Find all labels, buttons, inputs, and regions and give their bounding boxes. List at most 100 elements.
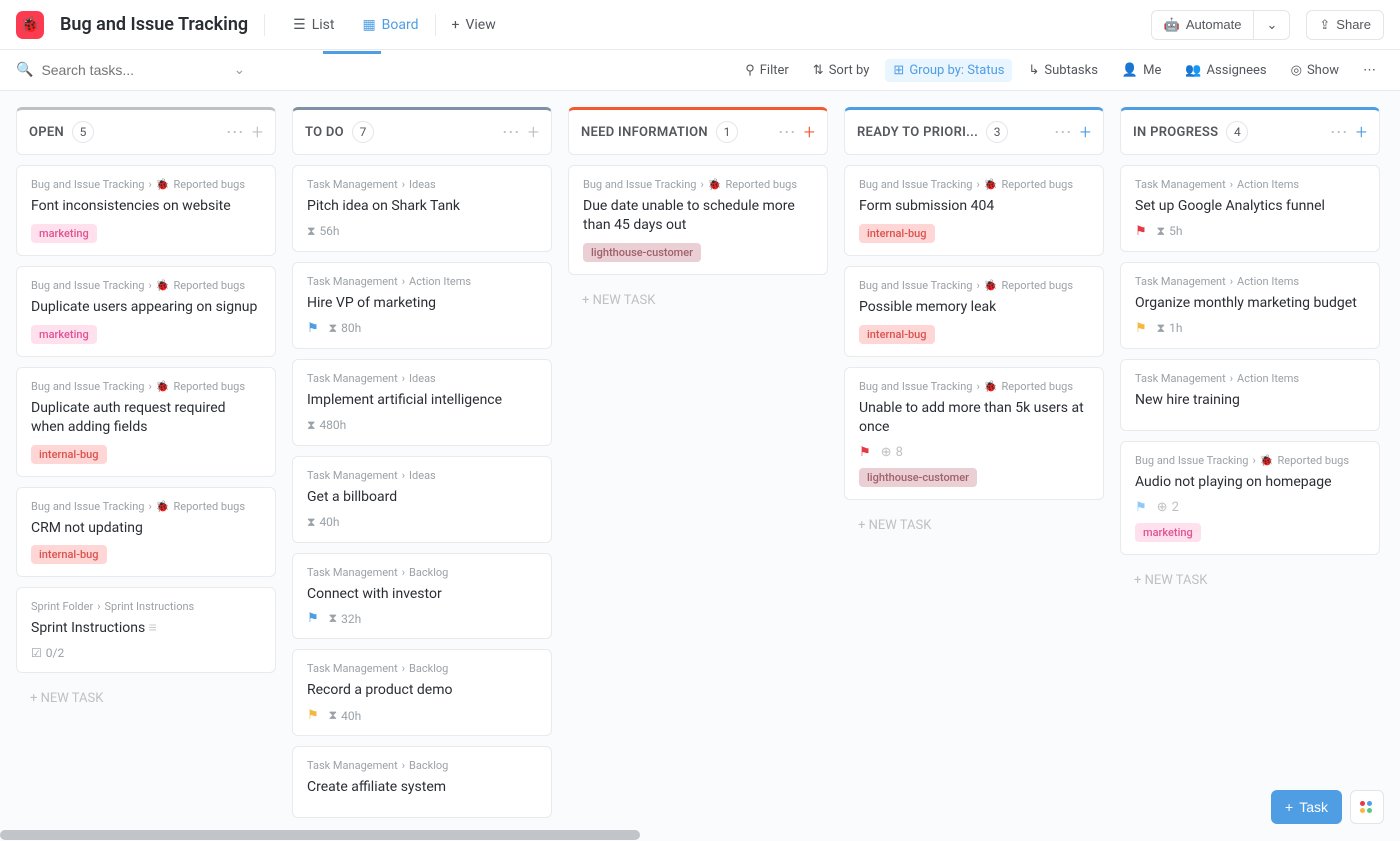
view-tab-list[interactable]: ☰ List [281, 9, 346, 41]
column-menu[interactable]: ⋯ [226, 122, 244, 143]
priority-flag-icon[interactable]: ⚑ [1135, 500, 1147, 515]
breadcrumb: Task Management›Backlog [307, 566, 537, 579]
search-dropdown[interactable]: ⌄ [233, 62, 245, 78]
column-add[interactable]: + [528, 120, 539, 144]
column-header[interactable]: OPEN 5 ⋯ + [16, 107, 276, 155]
card[interactable]: Task Management›Backlog Record a product… [292, 649, 552, 736]
card[interactable]: Task Management›Action Items New hire tr… [1120, 359, 1380, 431]
automate-dropdown[interactable]: ⌄ [1253, 10, 1290, 40]
tool-label: Sort by [829, 63, 870, 78]
users-icon: 👥 [1185, 63, 1201, 78]
card[interactable]: Task Management›Action Items Organize mo… [1120, 262, 1380, 349]
tag-marketing[interactable]: marketing [31, 325, 97, 344]
group-button[interactable]: ⊞Group by: Status [885, 59, 1012, 82]
priority-flag-icon[interactable]: ⚑ [1135, 321, 1147, 336]
priority-flag-icon[interactable]: ⚑ [1135, 224, 1147, 239]
tag-marketing[interactable]: marketing [1135, 523, 1201, 542]
new-task-button[interactable]: + NEW TASK [1120, 565, 1380, 596]
card[interactable]: Bug and Issue Tracking›🐞Reported bugs Du… [16, 266, 276, 357]
card[interactable]: Task Management›Ideas Pitch idea on Shar… [292, 165, 552, 252]
column-menu[interactable]: ⋯ [1330, 122, 1348, 143]
card[interactable]: Task Management›Action Items Set up Goog… [1120, 165, 1380, 252]
card[interactable]: Bug and Issue Tracking›🐞Reported bugs Po… [844, 266, 1104, 357]
column-header[interactable]: TO DO 7 ⋯ + [292, 107, 552, 155]
card-title: Hire VP of marketing [307, 294, 537, 313]
tag-internal-bug[interactable]: internal-bug [859, 325, 935, 344]
priority-flag-icon[interactable]: ⚑ [307, 321, 319, 336]
column-add[interactable]: + [804, 120, 815, 144]
column-ready-to-prioritize: READY TO PRIORI... 3 ⋯ + Bug and Issue T… [844, 107, 1104, 828]
column-add[interactable]: + [252, 120, 263, 144]
column-need-information: NEED INFORMATION 1 ⋯ + Bug and Issue Tra… [568, 107, 828, 828]
button-label: Automate [1186, 17, 1242, 32]
breadcrumb: Task Management›Action Items [307, 275, 537, 288]
card[interactable]: Bug and Issue Tracking›🐞Reported bugs Un… [844, 367, 1104, 500]
card[interactable]: Task Management›Backlog Create affiliate… [292, 746, 552, 818]
tag-lighthouse[interactable]: lighthouse-customer [583, 243, 701, 262]
priority-flag-icon[interactable]: ⚑ [859, 445, 871, 460]
app-logo[interactable]: 🐞 [16, 11, 44, 39]
breadcrumb: Bug and Issue Tracking›🐞Reported bugs [31, 279, 261, 292]
column-header[interactable]: NEED INFORMATION 1 ⋯ + [568, 107, 828, 155]
hourglass-icon: ⧗ [307, 418, 315, 433]
card[interactable]: Sprint Folder›Sprint Instructions Sprint… [16, 587, 276, 673]
card[interactable]: Task Management›Ideas Get a billboard ⧗4… [292, 456, 552, 543]
apps-icon [1360, 801, 1374, 813]
column-open: OPEN 5 ⋯ + Bug and Issue Tracking›🐞Repor… [16, 107, 276, 828]
tag-internal-bug[interactable]: internal-bug [31, 545, 107, 564]
new-task-button[interactable]: + NEW TASK [844, 510, 1104, 541]
hourglass-icon: ⧗ [307, 515, 315, 530]
card[interactable]: Task Management›Action Items Hire VP of … [292, 262, 552, 349]
show-button[interactable]: ◎Show [1283, 59, 1347, 82]
me-button[interactable]: 👤Me [1114, 59, 1169, 82]
priority-flag-icon[interactable]: ⚑ [307, 708, 319, 723]
checklist-count: ☑0/2 [31, 646, 64, 660]
plus-icon: + [1285, 799, 1293, 815]
column-add[interactable]: + [1080, 120, 1091, 144]
card[interactable]: Task Management›Ideas Implement artifici… [292, 359, 552, 446]
card[interactable]: Bug and Issue Tracking›🐞Reported bugs Fo… [844, 165, 1104, 256]
tag-internal-bug[interactable]: internal-bug [859, 224, 935, 243]
share-button[interactable]: ⇪ Share [1306, 10, 1384, 40]
new-task-button[interactable]: + NEW TASK [568, 285, 828, 316]
horizontal-scrollbar[interactable] [0, 830, 640, 840]
hourglass-icon: ⧗ [329, 611, 337, 626]
assignee-count[interactable]: ⊕2 [1157, 500, 1179, 515]
tag-lighthouse[interactable]: lighthouse-customer [859, 468, 977, 487]
subtasks-button[interactable]: ↳Subtasks [1020, 59, 1105, 82]
card[interactable]: Bug and Issue Tracking›🐞Reported bugs CR… [16, 487, 276, 578]
priority-flag-icon[interactable]: ⚑ [307, 611, 319, 626]
column-count: 3 [986, 121, 1008, 143]
card-title: Organize monthly marketing budget [1135, 294, 1365, 313]
card-title: Possible memory leak [859, 298, 1089, 317]
filter-button[interactable]: ⚲Filter [737, 59, 797, 82]
sort-button[interactable]: ⇅Sort by [805, 59, 878, 82]
card[interactable]: Bug and Issue Tracking›🐞Reported bugs Du… [568, 165, 828, 275]
tag-internal-bug[interactable]: internal-bug [31, 445, 107, 464]
column-menu[interactable]: ⋯ [778, 122, 796, 143]
card[interactable]: Bug and Issue Tracking›🐞Reported bugs Du… [16, 367, 276, 477]
plus-icon: + [452, 17, 460, 33]
card[interactable]: Task Management›Backlog Connect with inv… [292, 553, 552, 640]
search-input[interactable] [41, 62, 201, 78]
column-menu[interactable]: ⋯ [1054, 122, 1072, 143]
column-header[interactable]: IN PROGRESS 4 ⋯ + [1120, 107, 1380, 155]
tag-marketing[interactable]: marketing [31, 224, 97, 243]
automate-button[interactable]: 🤖 Automate [1151, 10, 1254, 40]
card[interactable]: Bug and Issue Tracking›🐞Reported bugs Au… [1120, 441, 1380, 555]
apps-button[interactable] [1350, 790, 1384, 824]
column-add[interactable]: + [1356, 120, 1367, 144]
new-task-fab[interactable]: +Task [1271, 790, 1342, 824]
bug-icon: 🐞 [156, 178, 170, 191]
column-menu[interactable]: ⋯ [502, 122, 520, 143]
assignees-button[interactable]: 👥Assignees [1177, 59, 1274, 82]
card[interactable]: Bug and Issue Tracking›🐞Reported bugs Fo… [16, 165, 276, 256]
card-title: Sprint Instructions ≡ [31, 619, 261, 638]
view-tab-board[interactable]: ▦ Board [350, 9, 430, 41]
column-header[interactable]: READY TO PRIORI... 3 ⋯ + [844, 107, 1104, 155]
assignee-count[interactable]: ⊕8 [881, 445, 903, 460]
more-button[interactable]: ⋯ [1355, 59, 1384, 82]
view-tab-add[interactable]: + View [440, 9, 508, 41]
new-task-button[interactable]: + NEW TASK [16, 683, 276, 714]
time-estimate: ⧗56h [307, 224, 340, 239]
